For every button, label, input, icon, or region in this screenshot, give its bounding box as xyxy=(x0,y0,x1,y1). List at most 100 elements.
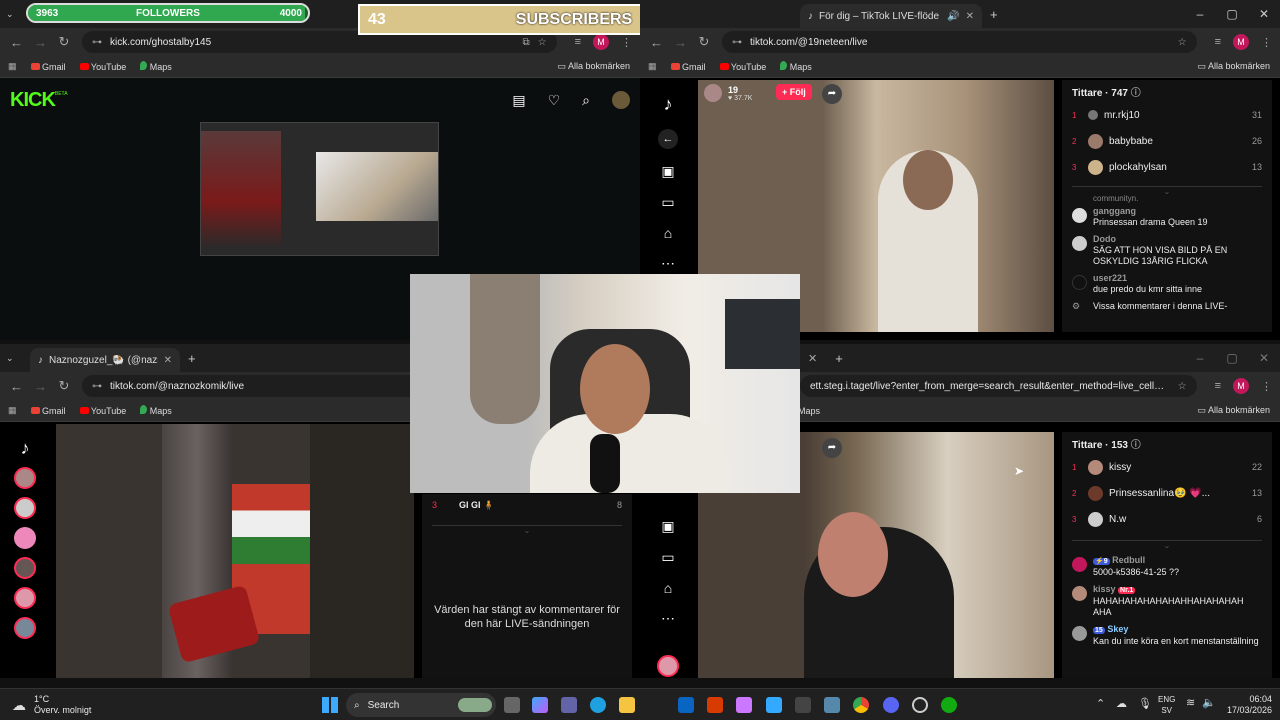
start-windows-icon[interactable] xyxy=(322,697,338,713)
task-view-icon[interactable] xyxy=(504,697,520,713)
tab-list-icon[interactable]: ≡ xyxy=(1215,380,1221,392)
bookmark-youtube[interactable]: YouTube xyxy=(79,406,126,416)
followed-live-avatar[interactable] xyxy=(14,617,36,639)
viewer-row[interactable]: 2 babybabe 26 xyxy=(1072,128,1262,154)
followed-live-avatar[interactable] xyxy=(14,497,36,519)
video-camera-icon[interactable]: ▭ xyxy=(661,194,674,211)
translate-icon[interactable]: ⧉ xyxy=(522,37,529,48)
followed-live-avatar[interactable] xyxy=(14,587,36,609)
profile-avatar[interactable]: M xyxy=(593,34,609,50)
forward-icon[interactable]: → xyxy=(674,35,687,50)
followed-live-avatar[interactable] xyxy=(14,467,36,489)
favorite-heart-icon[interactable]: ♡ xyxy=(548,92,561,109)
url-field[interactable]: ⊶ tiktok.com/@19neteen/live ☆ xyxy=(722,31,1197,53)
commenter-name[interactable]: Skey xyxy=(1107,624,1128,634)
file-explorer-icon[interactable] xyxy=(619,697,635,713)
expand-divider[interactable]: ⌄ xyxy=(432,525,622,535)
new-tab-button[interactable]: + xyxy=(188,351,196,366)
forward-icon[interactable]: → xyxy=(34,379,47,394)
menu-icon[interactable]: ⋮ xyxy=(1261,380,1272,393)
viewer-row[interactable]: 1 kissy 22 xyxy=(1072,454,1262,480)
kick-user-avatar[interactable] xyxy=(612,91,630,109)
info-icon[interactable]: ⓘ xyxy=(1131,440,1141,451)
close-window-icon[interactable]: ✕ xyxy=(1248,7,1280,21)
tiktok-live-video-2[interactable] xyxy=(56,424,414,678)
viewer-row[interactable]: 3 N.w 6 xyxy=(1072,506,1262,532)
bookmark-star-icon[interactable]: ☆ xyxy=(538,37,547,48)
discord-icon[interactable] xyxy=(883,697,899,713)
minimize-icon[interactable]: – xyxy=(1184,351,1216,365)
all-bookmarks[interactable]: ▭ Alla bokmärken xyxy=(557,61,630,72)
obs-icon[interactable] xyxy=(912,697,928,713)
new-tab-button[interactable]: + xyxy=(835,351,843,366)
tab-audio-icon[interactable]: 🔊 xyxy=(947,11,959,22)
info-icon[interactable]: ⓘ xyxy=(1131,88,1141,99)
bookmark-maps[interactable]: Maps xyxy=(140,405,172,416)
teams-icon[interactable] xyxy=(561,697,577,713)
share-icon[interactable]: ➦ xyxy=(822,84,842,104)
weather-icon[interactable]: ☁ xyxy=(12,697,26,714)
reload-icon[interactable]: ↻ xyxy=(698,34,710,50)
taskbar-search-box[interactable]: ⌕ Search xyxy=(346,693,496,717)
chrome-icon[interactable] xyxy=(853,697,869,713)
video-camera-icon[interactable]: ▭ xyxy=(661,549,674,566)
tiktok-logo-icon[interactable]: ♪ xyxy=(21,438,30,459)
bookmark-gmail[interactable]: Gmail xyxy=(670,62,706,72)
followed-live-avatar[interactable] xyxy=(14,557,36,579)
more-icon[interactable]: ⋯ xyxy=(661,255,675,272)
tab-search-button[interactable]: ⌄ xyxy=(6,353,20,364)
live-tv-icon[interactable]: ▣ xyxy=(661,163,674,180)
bookmark-gmail[interactable]: Gmail xyxy=(30,406,66,416)
follow-button[interactable]: + Följ xyxy=(776,84,812,100)
office-icon[interactable] xyxy=(707,697,723,713)
back-icon[interactable]: ← xyxy=(10,35,23,50)
close-window-icon[interactable]: ✕ xyxy=(1248,351,1280,365)
commenter-name[interactable]: Redbull xyxy=(1112,555,1145,565)
copilot-icon[interactable] xyxy=(532,697,548,713)
profile-avatar[interactable]: M xyxy=(1233,34,1249,50)
edge-icon[interactable] xyxy=(590,697,606,713)
tab-naznozguzel[interactable]: ♪ Naznozguzel_🐏 (@naznozkom ✕ xyxy=(30,348,180,372)
bookmark-maps[interactable]: Maps xyxy=(780,61,812,72)
commenter-name[interactable]: Dodo xyxy=(1093,234,1262,245)
bookmark-star-icon[interactable]: ☆ xyxy=(1178,381,1187,392)
site-info-icon[interactable]: ⊶ xyxy=(732,37,742,48)
menu-icon[interactable]: ⋮ xyxy=(1261,36,1272,49)
store-icon[interactable] xyxy=(766,697,782,713)
tab-close-icon[interactable]: ✕ xyxy=(966,11,974,22)
language-indicator[interactable]: ENG SV xyxy=(1158,694,1175,716)
tray-app-icon[interactable]: ☁ xyxy=(1116,697,1127,710)
site-info-icon[interactable]: ⊶ xyxy=(92,381,102,392)
weather-widget[interactable]: 1°C Överv. molnigt xyxy=(34,694,91,716)
apps-icon[interactable]: ▦ xyxy=(648,61,657,72)
followed-live-avatar[interactable] xyxy=(14,527,36,549)
host-avatar[interactable] xyxy=(704,84,722,102)
reload-icon[interactable]: ↻ xyxy=(58,34,70,50)
bookmark-maps[interactable]: Maps xyxy=(140,61,172,72)
bookmark-star-icon[interactable]: ☆ xyxy=(1178,37,1187,48)
app-icon[interactable] xyxy=(736,697,752,713)
back-arrow-icon[interactable]: ← xyxy=(658,129,678,149)
bookmark-gmail[interactable]: Gmail xyxy=(30,62,66,72)
explore-icon[interactable]: ⌂ xyxy=(664,580,672,596)
kick-logo[interactable]: KICK xyxy=(10,89,56,112)
viewer-row[interactable]: 3 plockahylsan 13 xyxy=(1072,154,1262,180)
back-icon[interactable]: ← xyxy=(650,35,663,50)
site-info-icon[interactable]: ⊶ xyxy=(92,37,102,48)
apps-icon[interactable]: ▦ xyxy=(8,405,17,416)
clock[interactable]: 06:04 17/03/2026 xyxy=(1222,694,1272,716)
tiktok-logo-icon[interactable]: ♪ xyxy=(664,94,673,115)
xbox-icon[interactable] xyxy=(795,697,811,713)
gift-user[interactable]: GI GI 🧍 xyxy=(459,500,494,511)
viewer-row[interactable]: 2 Prinsessanlina🥹 💗... 13 xyxy=(1072,480,1262,506)
minimize-icon[interactable]: – xyxy=(1184,7,1216,21)
volume-icon[interactable]: 🔈 xyxy=(1202,696,1216,709)
bookmark-youtube[interactable]: YouTube xyxy=(79,62,126,72)
streaming-app-icon[interactable] xyxy=(941,697,957,713)
wifi-icon[interactable]: ≋ xyxy=(1186,696,1195,709)
maximize-icon[interactable]: ▢ xyxy=(1216,7,1248,21)
forward-icon[interactable]: → xyxy=(34,35,47,50)
tab-list-icon[interactable]: ≡ xyxy=(1215,36,1221,48)
tab-list-icon[interactable]: ≡ xyxy=(575,36,581,48)
tab-tiktok-live-feed[interactable]: ♪ För dig – TikTok LIVE-flöde 🔊 ✕ xyxy=(800,4,982,28)
